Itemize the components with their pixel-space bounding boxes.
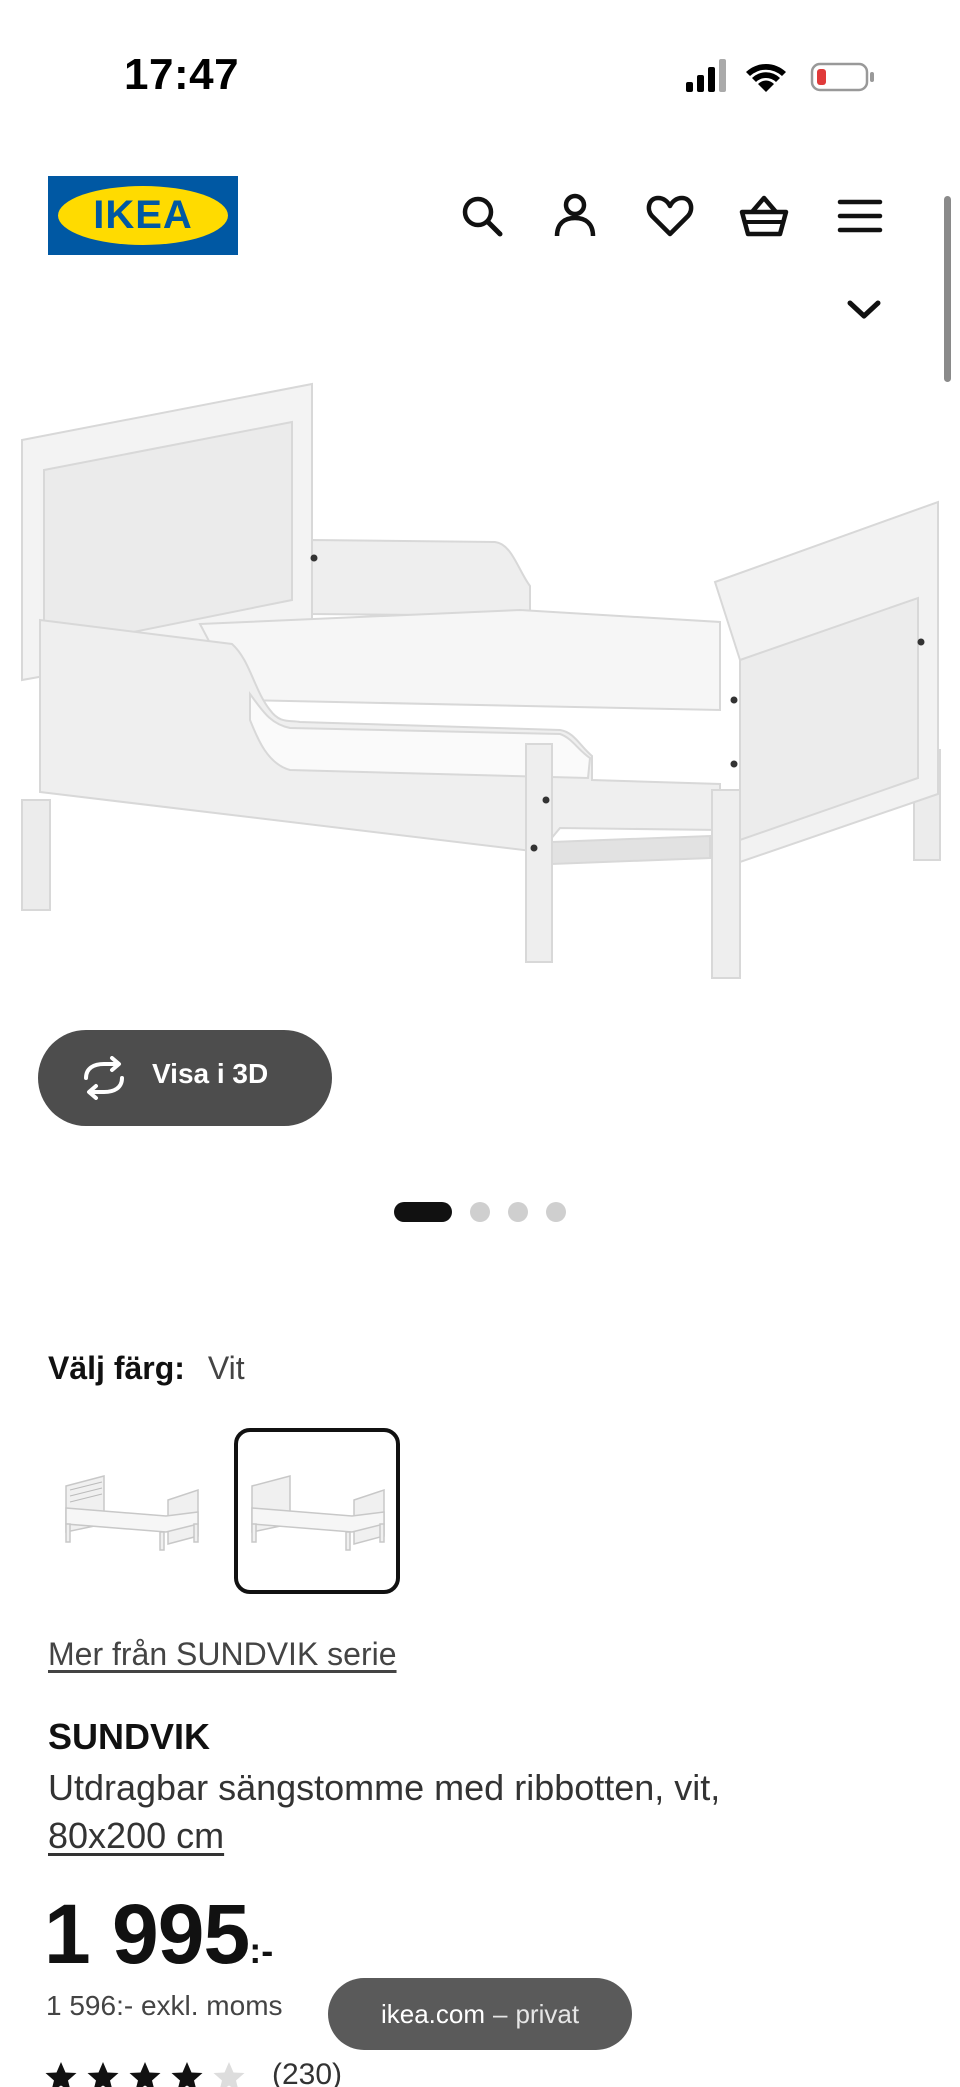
product-price: 1 995:- <box>44 1886 273 1983</box>
product-name: SUNDVIK <box>48 1716 211 1757</box>
chevron-down-icon[interactable] <box>844 290 884 330</box>
star-filled-icon <box>45 2062 77 2087</box>
carousel-dot-4[interactable] <box>546 1202 566 1222</box>
color-swatch-1[interactable] <box>48 1428 214 1594</box>
product-size-link[interactable]: 80x200 cm <box>48 1815 224 1856</box>
browser-url-bar[interactable]: ikea.com – privat <box>328 1978 632 2050</box>
star-filled-icon <box>87 2062 119 2087</box>
color-label: Välj färg: <box>48 1350 185 1386</box>
status-bar: 17:47 <box>0 0 960 150</box>
star-filled-icon <box>171 2062 203 2087</box>
swatch-bed-thumbnail <box>251 1475 385 1551</box>
status-time: 17:47 <box>124 50 240 99</box>
carousel-dot-3[interactable] <box>508 1202 528 1222</box>
wifi-icon <box>746 63 786 92</box>
rotate-3d-icon <box>84 1056 124 1100</box>
review-count[interactable]: (230) <box>272 2058 342 2087</box>
swatch-bed-thumbnail <box>65 1475 199 1551</box>
scrollbar[interactable] <box>944 196 951 382</box>
heart-icon[interactable] <box>644 190 696 242</box>
star-empty-icon <box>213 2062 245 2087</box>
logo-text: IKEA <box>93 193 193 237</box>
cellular-signal-icon <box>686 59 726 92</box>
product-description-text: Utdragbar sängstomme med ribbotten, vit, <box>48 1767 721 1808</box>
site-header: IKEA <box>0 170 960 260</box>
color-selector-header: Välj färg: Vit <box>48 1350 245 1387</box>
account-icon[interactable] <box>549 190 601 242</box>
private-mode-label: privat <box>515 1998 580 2029</box>
product-image[interactable] <box>0 360 960 1040</box>
carousel-dot-2[interactable] <box>470 1202 490 1222</box>
color-value: Vit <box>207 1350 245 1386</box>
series-link[interactable]: Mer från SUNDVIK serie <box>48 1636 397 1673</box>
color-swatch-2-selected[interactable] <box>234 1428 400 1594</box>
price-amount: 1 995 <box>44 1887 250 1981</box>
cart-icon[interactable] <box>738 190 790 242</box>
ikea-logo[interactable]: IKEA <box>48 176 238 255</box>
battery-icon <box>810 62 874 92</box>
carousel-dot-1[interactable] <box>394 1202 452 1222</box>
view-3d-button[interactable]: Visa i 3D <box>38 1030 332 1126</box>
view-3d-label: Visa i 3D <box>152 1058 269 1089</box>
status-icons <box>686 59 874 92</box>
star-filled-icon <box>129 2062 161 2087</box>
price-excl-vat: 1 596:- exkl. moms <box>46 1990 283 2021</box>
product-description: Utdragbar sängstomme med ribbotten, vit,… <box>48 1764 888 1860</box>
url-separator: – <box>493 1998 508 2029</box>
price-suffix: :- <box>249 1930 274 1971</box>
search-icon[interactable] <box>456 190 508 242</box>
url-domain: ikea.com <box>380 1998 485 2029</box>
menu-icon[interactable] <box>834 190 886 242</box>
